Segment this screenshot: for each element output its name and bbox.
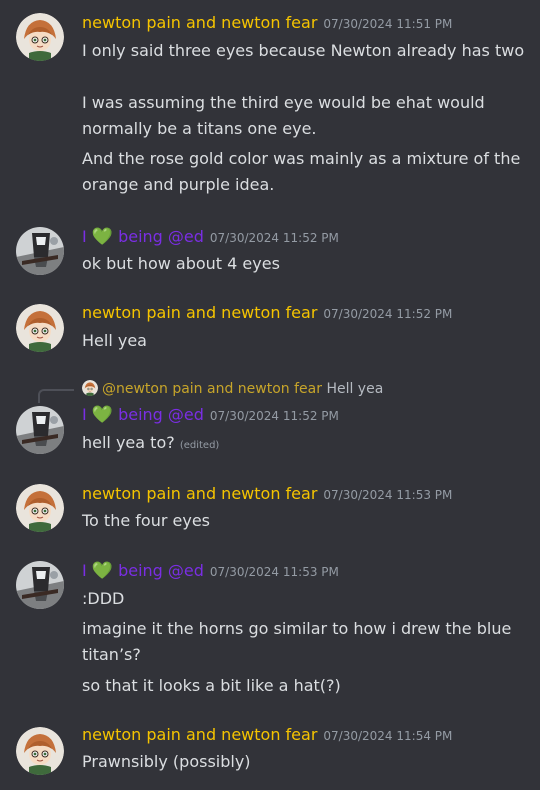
message-header: I 💚 being @ed 07/30/2024 11:52 PM [82, 405, 339, 425]
reply-avatar [82, 380, 98, 396]
username-suffix: being @ed [118, 405, 204, 424]
username[interactable]: newton pain and newton fear [82, 303, 317, 322]
avatar-ed[interactable] [16, 406, 64, 454]
avatar-newton[interactable] [16, 727, 64, 775]
message-line: And the rose gold color was mainly as a … [82, 149, 521, 168]
username[interactable]: I 💚 being @ed [82, 405, 204, 425]
green-heart-icon: 💚 [91, 405, 113, 425]
timestamp[interactable]: 07/30/2024 11:52 PM [210, 231, 339, 245]
message-line: titan’s? [82, 645, 141, 664]
username[interactable]: newton pain and newton fear [82, 725, 317, 744]
message-header: newton pain and newton fear 07/30/2024 11… [82, 725, 452, 744]
reply-username[interactable]: @newton pain and newton fear [102, 381, 322, 397]
avatar-newton[interactable] [16, 484, 64, 532]
message-line: normally be a titans one eye. [82, 119, 317, 138]
reply-text[interactable]: Hell yea [326, 381, 383, 397]
reply-connector [38, 389, 74, 403]
message-header: newton pain and newton fear 07/30/2024 11… [82, 13, 452, 32]
username-suffix: being @ed [118, 227, 204, 246]
message-line: To the four eyes [82, 511, 210, 530]
username-prefix: I [82, 227, 87, 246]
timestamp[interactable]: 07/30/2024 11:52 PM [323, 307, 452, 321]
message-line: ok but how about 4 eyes [82, 254, 280, 273]
avatar-newton[interactable] [16, 304, 64, 352]
username-suffix: being @ed [118, 561, 204, 580]
message-header: I 💚 being @ed 07/30/2024 11:53 PM [82, 561, 339, 581]
message-header: newton pain and newton fear 07/30/2024 11… [82, 303, 452, 322]
username[interactable]: I 💚 being @ed [82, 227, 204, 247]
message-line: Hell yea [82, 331, 147, 350]
username-prefix: I [82, 561, 87, 580]
green-heart-icon: 💚 [91, 561, 113, 581]
message-line: :DDD [82, 589, 125, 608]
username-prefix: I [82, 405, 87, 424]
username[interactable]: newton pain and newton fear [82, 484, 317, 503]
message-header: I 💚 being @ed 07/30/2024 11:52 PM [82, 227, 339, 247]
message-line: I only said three eyes because Newton al… [82, 41, 525, 60]
message-line: imagine it the horns go similar to how i… [82, 619, 512, 638]
green-heart-icon: 💚 [91, 227, 113, 247]
message-header: newton pain and newton fear 07/30/2024 11… [82, 484, 452, 503]
message-line: hell yea to? (edited) [82, 432, 219, 457]
message-line: I was assuming the third eye would be eh… [82, 93, 485, 112]
timestamp[interactable]: 07/30/2024 11:53 PM [323, 488, 452, 502]
message-line: so that it looks a bit like a hat(?) [82, 676, 341, 695]
timestamp[interactable]: 07/30/2024 11:53 PM [210, 565, 339, 579]
reply-reference[interactable]: @newton pain and newton fear Hell yea [82, 380, 383, 397]
message-text: hell yea to? [82, 433, 175, 452]
edited-label: (edited) [179, 440, 220, 451]
avatar-ed[interactable] [16, 561, 64, 609]
timestamp[interactable]: 07/30/2024 11:52 PM [210, 409, 339, 423]
timestamp[interactable]: 07/30/2024 11:54 PM [323, 729, 452, 743]
username[interactable]: newton pain and newton fear [82, 13, 317, 32]
message-line: orange and purple idea. [82, 175, 275, 194]
username[interactable]: I 💚 being @ed [82, 561, 204, 581]
message-line: Prawnsibly (possibly) [82, 752, 251, 771]
avatar-newton[interactable] [16, 13, 64, 61]
timestamp[interactable]: 07/30/2024 11:51 PM [323, 17, 452, 31]
avatar-ed[interactable] [16, 227, 64, 275]
